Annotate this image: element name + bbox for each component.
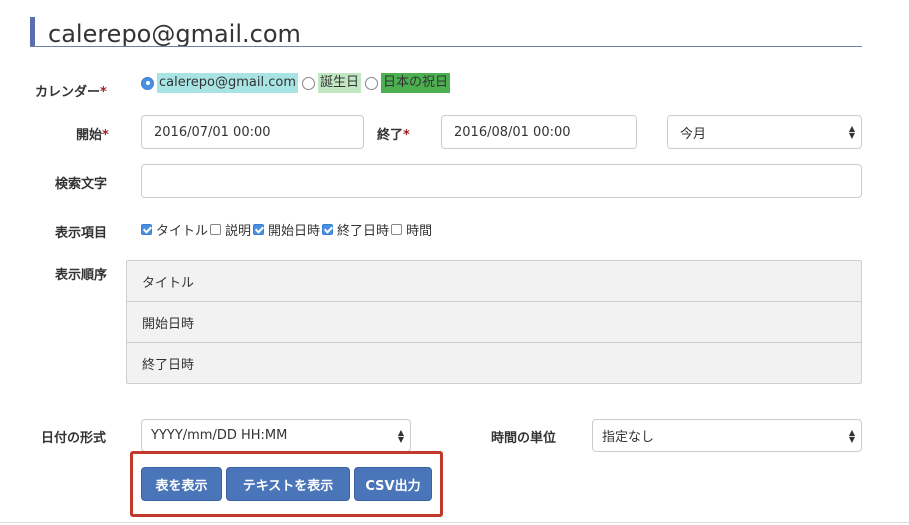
display-item-end[interactable]: 終了日時 [322, 220, 389, 239]
csv-export-button[interactable]: CSV出力 [354, 467, 432, 501]
radio-button[interactable] [302, 76, 315, 90]
end-label: 終了* [377, 128, 410, 143]
radio-button[interactable] [141, 76, 154, 90]
checkbox[interactable] [141, 223, 152, 235]
show-text-button[interactable]: テキストを表示 [226, 467, 350, 501]
calendar-option-birthday[interactable]: 誕生日 [302, 73, 362, 93]
period-select[interactable]: 今月 ▲ ▼ [667, 115, 862, 149]
order-item-start[interactable]: 開始日時 [127, 302, 861, 343]
show-table-button[interactable]: 表を表示 [141, 467, 222, 501]
order-item-title[interactable]: タイトル [127, 261, 861, 302]
checkbox[interactable] [322, 223, 334, 235]
display-item-duration[interactable]: 時間 [391, 220, 432, 239]
time-unit-label: 時間の単位 [491, 431, 557, 446]
title-divider [30, 46, 862, 47]
checkbox[interactable] [391, 223, 403, 235]
start-label: 開始* [76, 128, 109, 143]
display-item-description[interactable]: 説明 [210, 220, 251, 239]
display-order-label: 表示順序 [55, 268, 108, 283]
footer-divider [0, 522, 909, 523]
end-datetime-input[interactable]: 2016/08/01 00:00 [441, 115, 637, 149]
date-format-select[interactable]: YYYY/mm/DD HH:MM ▲ ▼ [141, 419, 411, 452]
select-arrows-icon: ▲ ▼ [397, 427, 404, 444]
start-datetime-input[interactable]: 2016/07/01 00:00 [141, 115, 364, 149]
select-arrows-icon: ▲ ▼ [848, 427, 855, 444]
time-unit-select[interactable]: 指定なし ▲ ▼ [592, 419, 862, 452]
display-order-list: タイトル 開始日時 終了日時 [126, 260, 862, 384]
search-input[interactable] [141, 164, 862, 198]
display-items-label: 表示項目 [55, 226, 108, 241]
calendar-option-holidays[interactable]: 日本の祝日 [365, 73, 451, 93]
title-accent-bar [30, 17, 35, 46]
search-label: 検索文字 [55, 177, 108, 192]
radio-button[interactable] [365, 76, 379, 90]
calendar-radio-group: calerepo@gmail.com 誕生日 日本の祝日 [141, 72, 454, 94]
date-format-label: 日付の形式 [41, 431, 107, 446]
order-item-end[interactable]: 終了日時 [127, 343, 861, 384]
checkbox[interactable] [210, 223, 222, 235]
calendar-label: カレンダー* [35, 85, 107, 100]
calendar-option-calerepo[interactable]: calerepo@gmail.com [141, 73, 298, 93]
display-item-start[interactable]: 開始日時 [253, 220, 320, 239]
checkbox[interactable] [253, 223, 265, 235]
display-items-checkbox-group: タイトル 説明 開始日時 終了日時 時間 [141, 218, 434, 240]
display-item-title[interactable]: タイトル [141, 220, 208, 239]
select-arrows-icon: ▲ ▼ [848, 124, 855, 140]
